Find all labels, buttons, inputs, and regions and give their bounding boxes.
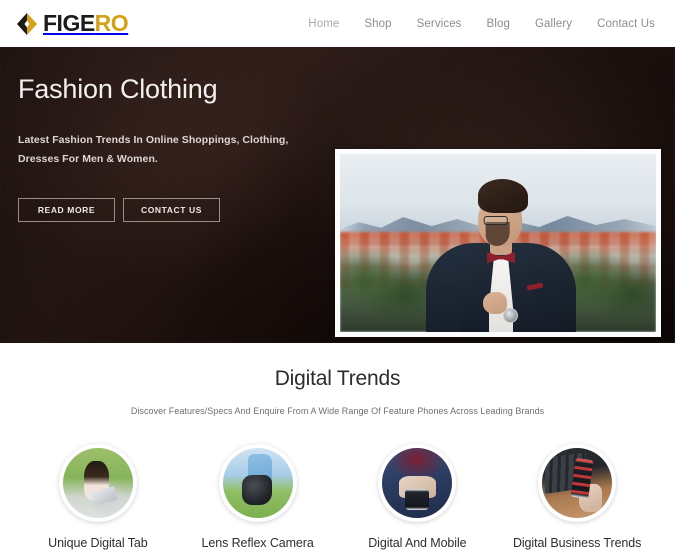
site-header: FIGERO Home Shop Services Blog Gallery C… — [0, 0, 675, 47]
trend-card-digital-and-mobile[interactable]: Digital And Mobile — [338, 444, 498, 550]
logo[interactable]: FIGERO — [16, 10, 129, 36]
hero-image-man — [426, 178, 576, 332]
nail-polish — [574, 490, 583, 497]
hand-holding-camera-photo — [222, 448, 293, 518]
hands-holding-smartphone-photo — [382, 448, 453, 518]
digital-trends-section: Digital Trends Discover Features/Specs A… — [0, 343, 675, 550]
card-image-circle — [538, 444, 617, 522]
trend-card-lens-reflex-camera[interactable]: Lens Reflex Camera — [178, 444, 338, 550]
hero-image — [340, 154, 656, 332]
trend-card-list: Unique Digital Tab Lens Reflex Camera Di… — [0, 444, 675, 550]
trend-card-digital-business-trends[interactable]: Digital Business Trends — [497, 444, 657, 550]
wristwatch-icon — [503, 307, 518, 323]
nav-item-services[interactable]: Services — [417, 18, 462, 30]
logo-text-primary: FIGE — [43, 10, 95, 36]
hero-copy: Fashion Clothing Latest Fashion Trends I… — [18, 74, 318, 222]
section-subtitle: Discover Features/Specs And Enquire From… — [130, 406, 545, 416]
card-image-circle — [218, 444, 297, 522]
hand — [578, 484, 603, 513]
contact-us-button[interactable]: CONTACT US — [123, 197, 220, 222]
logo-text: FIGERO — [43, 10, 129, 36]
hero-section: Fashion Clothing Latest Fashion Trends I… — [0, 47, 675, 343]
nav-item-shop[interactable]: Shop — [364, 18, 391, 30]
trend-card-unique-digital-tab[interactable]: Unique Digital Tab — [18, 444, 178, 550]
diamond-logo-icon — [16, 12, 38, 36]
card-title: Digital Business Trends — [512, 536, 642, 550]
glasses-icon — [483, 215, 508, 225]
section-title: Digital Trends — [274, 367, 401, 390]
woman-using-tablet-photo — [62, 448, 133, 518]
hero-title: Fashion Clothing — [18, 74, 218, 104]
hero-button-group: READ MORE CONTACT US — [18, 197, 318, 222]
read-more-button[interactable]: READ MORE — [18, 197, 115, 222]
card-title: Lens Reflex Camera — [201, 536, 314, 550]
main-navigation: Home Shop Services Blog Gallery Contact … — [308, 18, 655, 30]
hero-subtitle: Latest Fashion Trends In Online Shopping… — [18, 133, 289, 166]
card-image-circle — [378, 444, 457, 522]
hero-image-frame — [335, 149, 661, 337]
card-title: Unique Digital Tab — [48, 536, 148, 550]
card-image-circle — [58, 444, 137, 522]
hair — [478, 178, 528, 213]
logo-text-accent: RO — [94, 10, 129, 36]
hand-with-phone-over-keyboard-photo — [542, 448, 613, 518]
nav-item-gallery[interactable]: Gallery — [535, 18, 572, 30]
nav-item-blog[interactable]: Blog — [487, 18, 510, 30]
nav-item-contact-us[interactable]: Contact Us — [597, 18, 655, 30]
card-title: Digital And Mobile — [368, 536, 467, 550]
nav-item-home[interactable]: Home — [308, 18, 339, 30]
